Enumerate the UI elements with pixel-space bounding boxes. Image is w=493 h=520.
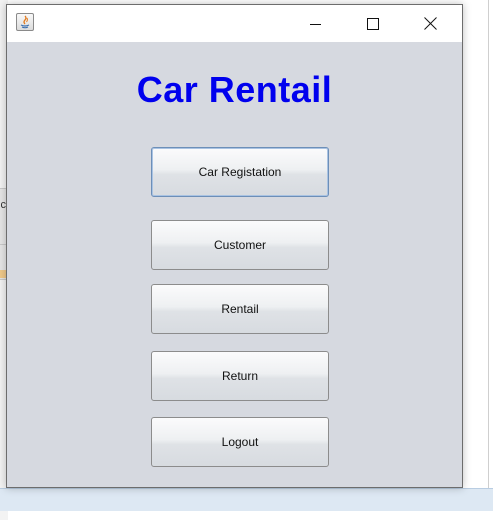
- minimize-icon: [310, 23, 321, 25]
- customer-button[interactable]: Customer: [151, 220, 329, 270]
- background-taskbar-fragment: [0, 488, 493, 511]
- maximize-button[interactable]: [350, 5, 396, 42]
- rental-button[interactable]: Rentail: [151, 284, 329, 334]
- return-button[interactable]: Return: [151, 351, 329, 401]
- close-icon: [423, 17, 437, 30]
- car-rental-window: Car Rentail Car Registation Customer Ren…: [6, 4, 463, 488]
- java-icon[interactable]: [16, 13, 34, 31]
- page-title: Car Rentail: [136, 69, 333, 110]
- title-bar[interactable]: [7, 5, 462, 42]
- minimize-button[interactable]: [293, 5, 339, 42]
- maximize-icon: [367, 17, 379, 30]
- car-registration-button[interactable]: Car Registation: [151, 147, 329, 197]
- logout-button[interactable]: Logout: [151, 417, 329, 467]
- background-window-edge: [488, 0, 489, 488]
- close-button[interactable]: [407, 5, 453, 42]
